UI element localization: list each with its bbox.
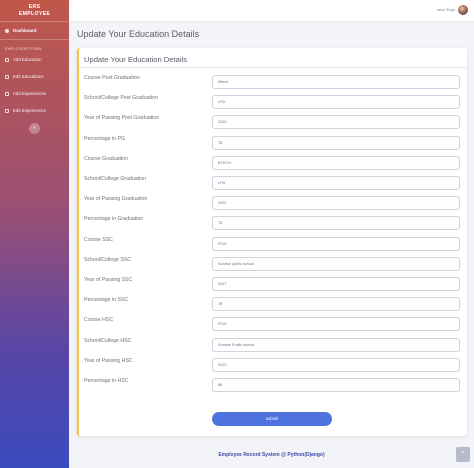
form-field-input[interactable]: 78 — [212, 135, 460, 150]
form-field-label: Percentage in HSC — [84, 378, 129, 384]
form-field-label: School/College Graduation — [84, 176, 147, 182]
sidebar-item-label: Edit Experiences — [13, 108, 46, 113]
sidebar-item-label: Add Experiences — [13, 91, 47, 96]
sidebar-item-dashboard[interactable]: Dashboard — [0, 22, 69, 40]
edit-icon — [5, 108, 9, 113]
form-field-input[interactable]: 86 — [212, 378, 460, 392]
form-field-label: Course SSC — [84, 236, 113, 243]
form-icon — [5, 91, 9, 96]
form-field-input[interactable]: Sunrise Public school — [212, 337, 460, 352]
form-field-label: School/College Post Graduation — [84, 95, 158, 102]
sidebar-item-label: Edit Educations — [13, 74, 44, 79]
submit-button[interactable]: submit — [212, 412, 332, 426]
sidebar-item-edit-educations[interactable]: Edit Educations — [0, 68, 69, 85]
form-field-label: Year of Passing SSC — [84, 277, 133, 283]
form-field-input[interactable]: 2019 — [212, 357, 460, 372]
brand-line-1: ERS — [28, 4, 41, 10]
sidebar-toggle-button[interactable]: ‹ — [29, 123, 40, 134]
topbar: rahul Singh — [69, 0, 474, 21]
form-field-label: Course Graduation — [84, 155, 128, 162]
card-title: Update Your Education Details — [84, 55, 188, 64]
sidebar-item-edit-experiences[interactable]: Edit Experiences — [0, 102, 69, 119]
sidebar-item-add-education[interactable]: Add Education — [0, 51, 69, 68]
form-field-input[interactable]: Sunrise public school — [212, 256, 460, 271]
edit-icon — [5, 74, 9, 79]
form-field-input[interactable]: BTECH — [212, 155, 460, 170]
form-field-input[interactable]: 78 — [212, 297, 460, 312]
form-field-label: Course Post Graduation — [84, 75, 140, 81]
form-field-input[interactable]: Mtech — [212, 75, 460, 89]
form-field-label: Year of Passing Post Graduation — [84, 115, 160, 122]
dashboard-icon — [5, 28, 9, 33]
form-field-label: Percentage in Graduation — [84, 216, 144, 223]
form-icon — [5, 57, 9, 62]
sidebar-item-add-experiences[interactable]: Add Experiences — [0, 85, 69, 102]
user-name[interactable]: rahul Singh — [437, 8, 455, 12]
sidebar-item-label: Add Education — [13, 57, 42, 62]
form-field-label: School/College HSC — [84, 337, 132, 344]
brand-line-2: EMPLOYEE — [18, 11, 51, 17]
form-field-label: School/College SSC — [84, 256, 132, 263]
form-field-input[interactable]: LPU — [212, 95, 460, 110]
form-field-label: Year of Passing HSC — [84, 357, 133, 364]
form-field-label: Year of Passing Graduation — [84, 196, 148, 203]
form-field-input[interactable]: 2017 — [212, 277, 460, 291]
form-field-label: Percentage in SSC — [84, 297, 129, 304]
form-field-input[interactable]: 2026 — [212, 115, 460, 130]
page-title: Update Your Education Details — [77, 29, 200, 39]
form-field-input[interactable]: 76 — [212, 216, 460, 231]
form-field-input[interactable]: 2022 — [212, 196, 460, 211]
sidebar-section-heading: EMPLOYEES FORM — [5, 47, 42, 51]
form-field-input[interactable]: PCM — [212, 236, 460, 251]
scroll-to-top-button[interactable]: ^ — [456, 447, 470, 462]
form-field-input[interactable]: LPU — [212, 176, 460, 190]
footer-text: Employee Record System @ Python(Django) — [218, 452, 325, 458]
form-field-label: Percentage in PG — [84, 135, 125, 142]
sidebar-item-label: Dashboard — [13, 28, 37, 33]
form-field-label: Course HSC — [84, 317, 114, 324]
brand-logo[interactable]: ERS EMPLOYEE — [0, 0, 69, 22]
form-field-input[interactable]: PCM — [212, 317, 460, 332]
card-divider — [79, 67, 467, 68]
avatar[interactable] — [458, 5, 468, 15]
sidebar: ERS EMPLOYEE Dashboard EMPLOYEES FORM Ad… — [0, 0, 69, 468]
